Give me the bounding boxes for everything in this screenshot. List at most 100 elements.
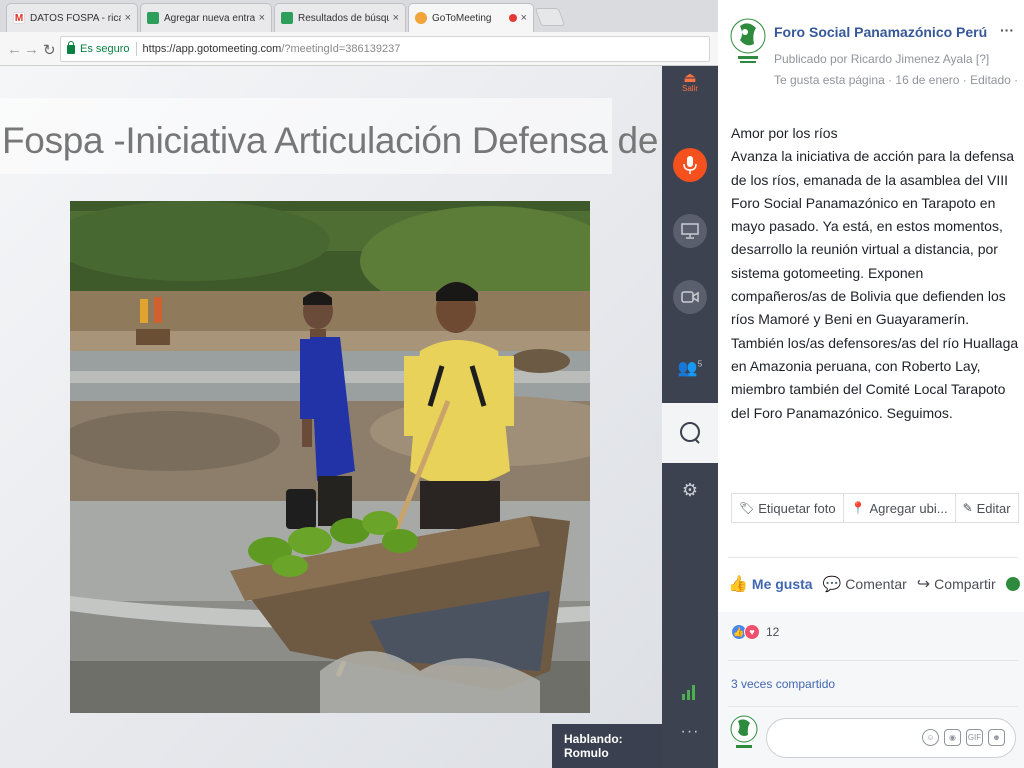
camera-icon	[681, 291, 699, 303]
tab-label: Agregar nueva entrada ‹	[164, 12, 255, 24]
chat-tab-selected[interactable]	[662, 403, 718, 463]
tab-agregar-entrada[interactable]: Agregar nueva entrada ‹ ×	[140, 3, 272, 32]
facebook-post-panel: Foro Social Panamazónico Perú Publicado …	[718, 0, 1024, 768]
commenter-avatar	[730, 715, 758, 748]
secure-indicator[interactable]: Es seguro	[67, 40, 130, 55]
post-body: Avanza la iniciativa de acción para la d…	[731, 148, 1019, 421]
forward-arrow-icon[interactable]: →	[24, 41, 39, 58]
tab-gotomeeting[interactable]: GoToMeeting ×	[408, 3, 534, 32]
reload-icon[interactable]: ↻	[43, 41, 56, 59]
love-reaction-icon: ♥	[744, 624, 760, 640]
monitor-icon	[681, 223, 699, 239]
new-tab-button[interactable]	[534, 8, 566, 26]
camera-button[interactable]	[673, 280, 707, 314]
close-icon[interactable]: ×	[521, 12, 527, 24]
reaction-summary[interactable]: 👍 ♥ 12	[731, 624, 779, 640]
photo-actions: 🏷 Etiquetar foto 📍 Agregar ubi... ✎ Editar	[731, 493, 1019, 523]
add-location-button[interactable]: 📍 Agregar ubi...	[844, 494, 956, 522]
emoji-icon[interactable]: ☺	[922, 729, 939, 746]
post-text: Amor por los ríos Avanza la iniciativa d…	[731, 122, 1019, 425]
recording-icon	[508, 14, 517, 22]
sheets-icon	[147, 12, 159, 24]
river-boat-photo	[70, 201, 590, 713]
tag-photo-button[interactable]: 🏷 Etiquetar foto	[732, 494, 844, 522]
meeting-control-bar: ⏏ Salir 👥5 ⚙ ···	[662, 66, 718, 768]
sheets-icon	[281, 12, 293, 24]
exit-button[interactable]: ⏏ Salir	[662, 70, 718, 93]
like-label: Me gusta	[751, 576, 813, 592]
divider	[728, 660, 1018, 661]
edit-button[interactable]: ✎ Editar	[956, 494, 1018, 522]
location-pin-icon: 📍	[850, 501, 866, 515]
camera-icon[interactable]: ◉	[944, 729, 961, 746]
screen-share-button[interactable]	[673, 214, 707, 248]
page-mini-avatar	[1005, 577, 1020, 591]
gotomeeting-viewer: Fospa -Iniciativa Articulación Defensa d…	[0, 66, 718, 768]
post-as-selector[interactable]: ▼	[1005, 577, 1024, 591]
url-text: https://app.gotomeeting.com/?meetingId=3…	[143, 43, 401, 55]
river-boat-photo-graphic	[70, 201, 590, 713]
microphone-icon	[683, 156, 697, 174]
comment-icon: 💬	[822, 576, 842, 593]
reaction-count: 12	[766, 625, 780, 639]
add-location-label: Agregar ubi...	[869, 500, 948, 516]
screenshot: M DATOS FOSPA - ricardoj × Agregar nueva…	[0, 0, 1024, 768]
comment-label: Comentar	[845, 576, 907, 592]
share-button[interactable]: ↪ Compartir	[917, 574, 996, 594]
page-avatar[interactable]	[730, 18, 766, 66]
tab-label: DATOS FOSPA - ricardoj	[30, 12, 121, 24]
post-options-icon[interactable]: ···	[1000, 22, 1014, 38]
post-title: Amor por los ríos	[731, 125, 838, 141]
divider	[135, 42, 137, 56]
address-bar: ← → ↻ Es seguro https://app.gotomeeting.…	[0, 32, 718, 66]
speaking-indicator: Hablando: Romulo	[552, 724, 662, 768]
comment-input-tools: ☺ ◉ GIF ☻	[922, 729, 1005, 746]
microphone-button[interactable]	[673, 148, 707, 182]
browser-window: M DATOS FOSPA - ricardoj × Agregar nueva…	[0, 0, 718, 768]
sticker-icon[interactable]: ☻	[988, 729, 1005, 746]
share-label: Compartir	[934, 576, 996, 592]
attendee-count: 5	[697, 359, 703, 369]
people-icon: 👥	[677, 360, 698, 377]
divider	[728, 557, 1018, 558]
gif-icon[interactable]: GIF	[966, 729, 983, 746]
tab-resultados[interactable]: Resultados de búsqueda ×	[274, 3, 406, 32]
close-icon[interactable]: ×	[393, 12, 399, 24]
comment-button[interactable]: 💬 Comentar	[823, 575, 907, 593]
more-options-icon[interactable]: ···	[662, 723, 718, 741]
tab-datos-fospa[interactable]: M DATOS FOSPA - ricardoj ×	[6, 3, 138, 32]
gear-icon: ⚙	[681, 480, 699, 500]
slide-title: Fospa -Iniciativa Articulación Defensa d…	[2, 120, 718, 161]
exit-label: Salir	[681, 84, 698, 93]
url-host: https://app.gotomeeting.com	[142, 43, 282, 55]
close-icon[interactable]: ×	[125, 12, 131, 24]
tab-label: GoToMeeting	[432, 12, 492, 24]
signal-strength-icon	[682, 684, 698, 700]
reaction-actions: 👍Me gusta 💬Comentar ↪Compartir ▼	[728, 567, 1024, 601]
url-path: /?meetingId=386139237	[281, 43, 401, 55]
chat-icon	[680, 422, 700, 444]
secure-label: Es seguro	[80, 43, 130, 55]
attendees-button[interactable]: 👥5	[662, 358, 718, 378]
presentation-slide: Fospa -Iniciativa Articulación Defensa d…	[0, 66, 718, 768]
settings-button[interactable]: ⚙	[662, 480, 718, 501]
back-arrow-icon[interactable]: ←	[7, 41, 22, 58]
page-name-link[interactable]: Foro Social Panamazónico Perú	[774, 24, 987, 40]
post-meta-text: Te gusta esta página · 16 de enero · Edi…	[774, 73, 1019, 87]
tag-icon: 🏷	[739, 501, 755, 515]
close-icon[interactable]: ×	[259, 12, 265, 24]
tab-label: Resultados de búsqueda	[298, 12, 389, 24]
thumbs-up-icon: 👍	[728, 576, 748, 593]
exit-icon: ⏏	[683, 69, 697, 85]
pencil-icon: ✎	[962, 501, 973, 515]
tab-strip: M DATOS FOSPA - ricardoj × Agregar nueva…	[0, 0, 718, 32]
share-icon: ↪	[916, 576, 931, 593]
gotomeeting-icon	[415, 12, 427, 24]
comment-input[interactable]: ☺ ◉ GIF ☻	[766, 718, 1016, 758]
shares-link[interactable]: 3 veces compartido	[731, 677, 835, 691]
gmail-icon: M	[13, 12, 25, 24]
url-field[interactable]: Es seguro https://app.gotomeeting.com/?m…	[60, 36, 710, 62]
lock-icon	[67, 40, 75, 54]
tag-photo-label: Etiquetar foto	[758, 500, 836, 516]
like-button[interactable]: 👍 Me gusta	[728, 574, 813, 594]
